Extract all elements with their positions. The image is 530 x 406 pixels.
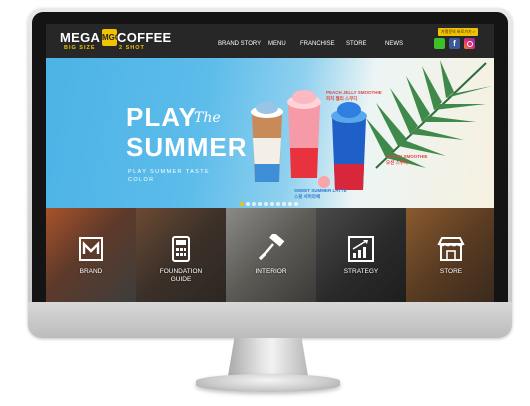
latte-drink-label: SWEET SUMMER LATTE 스윗 서머라떼	[294, 188, 347, 199]
hero-tagline: PLAY SUMMER TASTE COLOR	[128, 169, 211, 183]
latte-drink-name-en: SWEET SUMMER LATTE	[294, 188, 347, 193]
slide-dot[interactable]	[246, 202, 250, 206]
slide-dot[interactable]	[294, 202, 298, 206]
tile-label-strategy: STRATEGY	[343, 268, 379, 275]
tile-label-foundation-guide: FOUNDATION GUIDE	[159, 268, 203, 283]
website-screen: MEGA MGC COFFEE BIG SIZE 2 SHOT BRAND ST…	[46, 24, 494, 302]
tile-foundation-guide[interactable]: FOUNDATION GUIDE	[136, 208, 226, 302]
monitor-bezel: MEGA MGC COFFEE BIG SIZE 2 SHOT BRAND ST…	[32, 12, 508, 302]
slide-dot[interactable]	[288, 202, 292, 206]
nav-item-news[interactable]: NEWS	[385, 41, 403, 47]
logo-word-coffee: COFFEE	[117, 30, 172, 45]
instagram-icon[interactable]	[464, 38, 475, 49]
ocean-drink-name-ko: 오션 스무디	[386, 159, 408, 165]
logo-badge-icon: MGC	[102, 29, 121, 46]
ocean-drink-name-en: OCEAN SMOOTHIE	[386, 154, 428, 159]
paint-roller-icon	[258, 234, 285, 261]
logo-subtitle-left: BIG SIZE	[64, 45, 96, 51]
monitor-frame: MEGA MGC COFFEE BIG SIZE 2 SHOT BRAND ST…	[28, 8, 512, 338]
peach-jelly-smoothie-cup	[287, 90, 330, 188]
hero-title-line2: SUMMER	[126, 132, 248, 162]
storefront-icon	[437, 237, 465, 261]
nav-item-franchise[interactable]: FRANCHISE	[300, 41, 335, 47]
hero-title-line1: PLAY	[126, 102, 197, 132]
slide-dot[interactable]	[240, 202, 244, 206]
logo-subtitle-right: 2 SHOT	[119, 45, 145, 51]
site-header: MEGA MGC COFFEE BIG SIZE 2 SHOT BRAND ST…	[46, 24, 494, 58]
calculator-icon	[172, 236, 190, 262]
slide-dot[interactable]	[270, 202, 274, 206]
logo-word-mega: MEGA	[60, 30, 101, 45]
facebook-icon[interactable]: f	[449, 38, 460, 49]
tile-label-brand: BRAND	[79, 268, 103, 275]
tile-label-store: STORE	[439, 268, 463, 275]
ocean-smoothie-cup	[331, 102, 367, 190]
slide-dot[interactable]	[252, 202, 256, 206]
brand-logo-icon	[79, 237, 103, 261]
latte-drink-name-ko: 스윗 서머라떼	[294, 193, 321, 199]
monitor-neck	[228, 338, 308, 376]
nav-item-menu[interactable]: MENU	[268, 41, 286, 47]
monitor-stand	[196, 374, 340, 392]
tile-label-interior: INTERIOR	[255, 268, 287, 275]
tile-interior[interactable]: INTERIOR	[226, 208, 316, 302]
tile-brand[interactable]: BRAND	[46, 208, 136, 302]
category-tiles: BRAND FOUNDATION GUIDE INTERIOR STRATEGY…	[46, 208, 494, 302]
sweet-summer-latte-cup	[251, 102, 283, 182]
franchise-inquiry-button[interactable]: 가맹문의 바로가기 >	[438, 28, 478, 36]
tile-strategy[interactable]: STRATEGY	[316, 208, 406, 302]
kakaotalk-icon[interactable]	[434, 38, 445, 49]
site-logo[interactable]: MEGA MGC COFFEE BIG SIZE 2 SHOT	[60, 29, 172, 55]
hero-script-word: The	[194, 110, 221, 126]
nav-item-brand-story[interactable]: BRAND STORY	[218, 41, 261, 47]
hero-banner[interactable]: PLAY The SUMMER PLAY SUMMER TASTE COLOR	[46, 58, 494, 208]
slide-dot[interactable]	[276, 202, 280, 206]
peach-drink-name-ko: 피치 젤리 스무디	[326, 95, 358, 101]
tile-store[interactable]: STORE	[406, 208, 494, 302]
peach-drink-label: PEACH JELLY SMOOTHIE 피치 젤리 스무디	[326, 90, 382, 101]
nav-item-store[interactable]: STORE	[346, 41, 367, 47]
slide-dot[interactable]	[258, 202, 262, 206]
ocean-drink-label: OCEAN SMOOTHIE 오션 스무디	[386, 154, 428, 165]
chart-growth-icon	[348, 236, 374, 262]
peach-drink-name-en: PEACH JELLY SMOOTHIE	[326, 90, 382, 95]
slide-dot[interactable]	[264, 202, 268, 206]
slide-dot[interactable]	[282, 202, 286, 206]
monitor-chin	[28, 302, 512, 338]
